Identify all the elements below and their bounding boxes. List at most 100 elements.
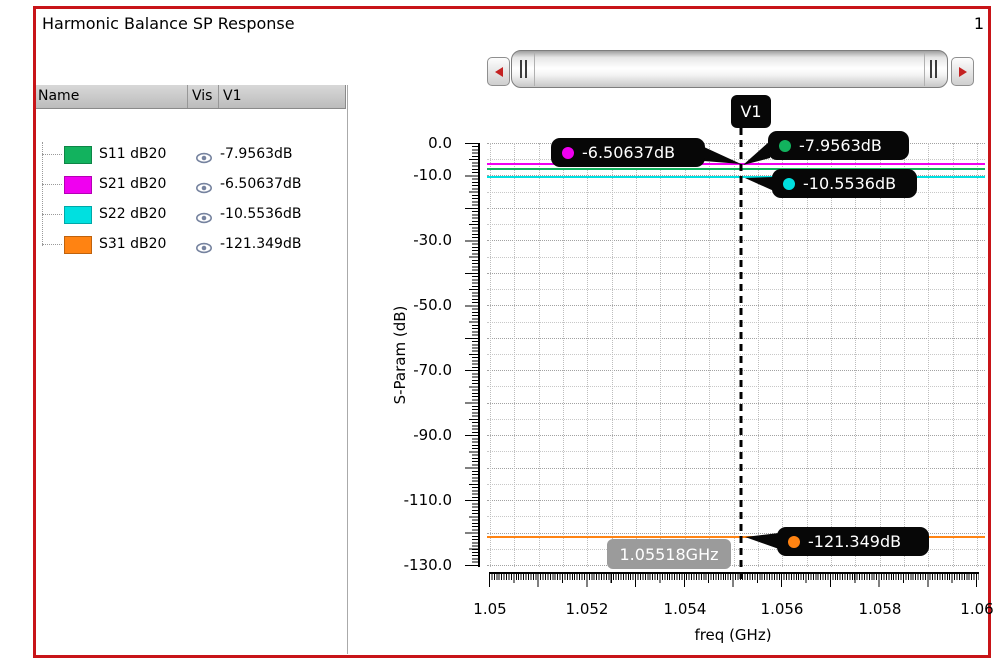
- callout-value: -7.9563dB: [799, 136, 882, 155]
- column-separator: [218, 85, 219, 108]
- gridline-v: [514, 143, 516, 567]
- gridline-h: [487, 256, 985, 258]
- gridline-v: [660, 143, 662, 567]
- marker-frequency-readout[interactable]: 1.05518GHz: [607, 539, 731, 569]
- legend-row-s21[interactable]: S21 dB20 -6.50637dB: [36, 170, 346, 200]
- y-tick-label: -70.0: [413, 361, 452, 379]
- x-zoom-scrollbar[interactable]: [487, 50, 974, 88]
- visibility-eye-icon[interactable]: [196, 149, 212, 164]
- y-tick-label: -10.0: [413, 166, 452, 184]
- plot-area[interactable]: [487, 143, 985, 567]
- legend-row-s11[interactable]: S11 dB20 -7.9563dB: [36, 140, 346, 170]
- gridline-v: [733, 143, 735, 567]
- thumb-resize-grip-left[interactable]: [520, 60, 529, 78]
- gridline-h: [487, 500, 985, 502]
- right-arrow-icon: [958, 66, 967, 77]
- panel-divider: [347, 85, 348, 654]
- gridline-h: [487, 565, 985, 566]
- gridline-v: [490, 143, 491, 567]
- y-tick-label: -50.0: [413, 296, 452, 314]
- series-dot-icon: [779, 139, 791, 152]
- marker-callout-s31[interactable]: -121.349dB: [777, 527, 929, 556]
- y-tick-label: 0.0: [428, 134, 452, 152]
- gridline-h: [487, 386, 985, 388]
- viewer-canvas: { "window": { "title": "Harmonic Balance…: [0, 0, 1008, 667]
- legend-row-s22[interactable]: S22 dB20 -10.5536dB: [36, 200, 346, 230]
- gridline-v: [977, 143, 978, 567]
- x-tick-label: 1.05: [473, 600, 507, 618]
- v1-marker-handle[interactable]: V1: [731, 95, 771, 128]
- trace-color-swatch: [64, 146, 92, 164]
- gridline-h: [487, 240, 985, 242]
- gridline-v: [757, 143, 759, 567]
- gridline-v: [563, 143, 565, 567]
- tree-stub: [42, 214, 62, 215]
- gridline-h: [487, 224, 985, 226]
- marker-value: -6.50637dB: [220, 176, 302, 192]
- y-axis-ruler: [458, 143, 480, 567]
- gridline-v: [879, 143, 881, 567]
- trace-name[interactable]: S22 dB20: [99, 206, 166, 222]
- gridline-h: [487, 370, 985, 372]
- gridline-v: [611, 143, 613, 567]
- gridline-h: [487, 467, 985, 469]
- marker-callout-s21[interactable]: -6.50637dB: [551, 138, 705, 167]
- thumb-seam-left: [534, 52, 535, 86]
- gridline-v: [587, 143, 589, 567]
- visibility-eye-icon[interactable]: [196, 239, 212, 254]
- gridline-h: [487, 516, 985, 518]
- x-axis-label: freq (GHz): [694, 626, 772, 644]
- tree-stub: [42, 184, 62, 185]
- callout-value: -6.50637dB: [582, 143, 676, 162]
- legend-header-vis: Vis: [192, 88, 213, 104]
- legend-table-header: Name Vis V1: [36, 85, 346, 109]
- gridline-h: [487, 289, 985, 291]
- trace-name[interactable]: S31 dB20: [99, 236, 166, 252]
- trace-name[interactable]: S21 dB20: [99, 176, 166, 192]
- y-tick-label: -90.0: [413, 426, 452, 444]
- left-arrow-icon: [494, 66, 503, 77]
- gridline-h: [487, 451, 985, 453]
- trace-name[interactable]: S11 dB20: [99, 146, 166, 162]
- gridline-h: [487, 418, 985, 420]
- gridline-v: [903, 143, 905, 567]
- thumb-resize-grip-right[interactable]: [930, 60, 939, 78]
- gridline-v: [952, 143, 954, 567]
- column-separator: [187, 85, 188, 108]
- gridline-v: [855, 143, 857, 567]
- scrollbar-thumb[interactable]: [511, 50, 948, 88]
- legend-row-s31[interactable]: S31 dB20 -121.349dB: [36, 230, 346, 260]
- x-tick-label: 1.06: [960, 600, 994, 618]
- x-tick-label: 1.056: [760, 600, 804, 618]
- legend-header-marker: V1: [223, 88, 242, 104]
- thumb-seam-right: [924, 52, 925, 86]
- callout-value: -121.349dB: [808, 532, 902, 551]
- y-tick-label: -130.0: [403, 556, 452, 574]
- series-dot-icon: [783, 177, 795, 190]
- scroll-right-button[interactable]: [951, 57, 974, 86]
- gridline-v: [928, 143, 930, 567]
- x-tick-label: 1.052: [565, 600, 609, 618]
- marker-value: -121.349dB: [220, 236, 302, 252]
- gridline-v: [636, 143, 638, 567]
- marker-callout-s22[interactable]: -10.5536dB: [772, 169, 917, 198]
- gridline-v: [806, 143, 808, 567]
- plot-title: Harmonic Balance SP Response: [42, 14, 295, 33]
- trace-color-swatch: [64, 236, 92, 254]
- visibility-eye-icon[interactable]: [196, 209, 212, 224]
- marker-callout-s11[interactable]: -7.9563dB: [768, 131, 909, 160]
- trace-color-swatch: [64, 176, 92, 194]
- series-dot-icon: [788, 535, 800, 548]
- scroll-left-button[interactable]: [487, 57, 510, 86]
- callout-value: -10.5536dB: [803, 174, 897, 193]
- gridline-h: [487, 354, 985, 355]
- gridline-v: [538, 143, 540, 567]
- visibility-eye-icon[interactable]: [196, 179, 212, 194]
- gridline-h: [487, 483, 985, 485]
- gridline-v: [684, 143, 686, 567]
- x-tick-label: 1.054: [663, 600, 707, 618]
- gridline-h: [487, 435, 985, 437]
- gridline-h: [487, 402, 985, 404]
- gridline-v: [782, 143, 784, 567]
- trace-color-swatch: [64, 206, 92, 224]
